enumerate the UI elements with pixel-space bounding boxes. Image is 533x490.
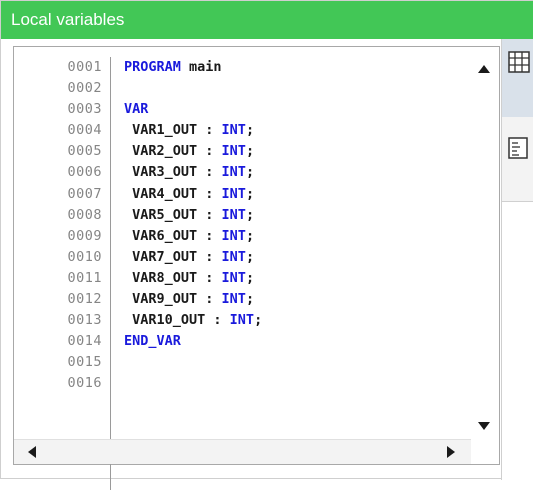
code-text: VAR5_OUT : bbox=[124, 206, 222, 223]
line-number: 0016 bbox=[67, 375, 102, 392]
line-number: 0006 bbox=[67, 164, 102, 181]
window-title: Local variables bbox=[1, 1, 533, 39]
line-number: 0015 bbox=[67, 354, 102, 371]
line-number: 0003 bbox=[67, 101, 102, 118]
code-line[interactable]: VAR4_OUT : INT; bbox=[124, 184, 464, 205]
line-number: 0010 bbox=[67, 248, 102, 265]
vertical-scrollbar[interactable] bbox=[469, 47, 499, 444]
line-number: 0011 bbox=[67, 269, 102, 286]
type-keyword: INT bbox=[221, 122, 246, 139]
line-number: 0014 bbox=[67, 333, 102, 350]
code-text: VAR3_OUT : bbox=[124, 164, 222, 181]
code-punctuation: ; bbox=[245, 143, 255, 160]
code-text: VAR8_OUT : bbox=[124, 269, 222, 286]
code-punctuation: ; bbox=[245, 164, 255, 181]
line-number: 0004 bbox=[67, 122, 102, 139]
code-text: VAR6_OUT : bbox=[124, 227, 222, 244]
code-punctuation: ; bbox=[245, 185, 255, 202]
code-punctuation: ; bbox=[245, 122, 255, 139]
line-number: 0005 bbox=[67, 143, 102, 160]
text-list-icon bbox=[508, 137, 528, 159]
arrow-right-icon[interactable] bbox=[447, 446, 455, 458]
type-keyword: INT bbox=[221, 164, 246, 181]
code-text: VAR7_OUT : bbox=[124, 248, 222, 265]
tab-table-view[interactable] bbox=[502, 39, 533, 118]
code-line[interactable] bbox=[124, 373, 464, 394]
code-line[interactable]: VAR3_OUT : INT; bbox=[124, 162, 464, 183]
type-keyword: INT bbox=[221, 291, 246, 308]
arrow-left-icon[interactable] bbox=[28, 446, 36, 458]
code-line[interactable]: VAR6_OUT : INT; bbox=[124, 226, 464, 247]
code-text: VAR10_OUT : bbox=[124, 312, 230, 329]
code-editor[interactable]: 0001 0002 0003 0004 0005 0006 0007 0008 0009 0010… bbox=[13, 46, 500, 490]
code-line[interactable]: END_VAR bbox=[124, 331, 464, 352]
local-variables-window: Local variables 0001 0002 0003 0004 0005 0006… bbox=[0, 0, 533, 490]
type-keyword: INT bbox=[221, 227, 246, 244]
tab-text-view[interactable] bbox=[502, 117, 533, 202]
code-line[interactable] bbox=[124, 352, 464, 373]
code-line[interactable]: VAR2_OUT : INT; bbox=[124, 141, 464, 162]
code-text: VAR9_OUT : bbox=[124, 291, 222, 308]
code-punctuation: ; bbox=[254, 312, 263, 329]
arrow-up-icon[interactable] bbox=[478, 65, 490, 73]
code-line[interactable]: VAR10_OUT : INT; bbox=[124, 310, 464, 331]
arrow-down-icon[interactable] bbox=[478, 422, 490, 430]
keyword: PROGRAM bbox=[124, 59, 181, 75]
line-number-gutter: 0001 0002 0003 0004 0005 0006 0007 0008 0009 0010… bbox=[14, 57, 111, 490]
line-number: 0012 bbox=[67, 291, 102, 308]
code-line[interactable]: VAR bbox=[124, 99, 464, 120]
code-line[interactable]: VAR5_OUT : INT; bbox=[124, 205, 464, 226]
code-punctuation: ; bbox=[245, 291, 255, 308]
code-text: VAR2_OUT : bbox=[124, 143, 222, 160]
code-line[interactable]: VAR7_OUT : INT; bbox=[124, 247, 464, 268]
horizontal-scrollbar[interactable] bbox=[14, 439, 471, 464]
code-punctuation: ; bbox=[245, 269, 255, 286]
keyword: END_VAR bbox=[124, 333, 181, 350]
code-line[interactable]: PROGRAM main bbox=[124, 57, 464, 78]
line-number: 0002 bbox=[67, 80, 102, 97]
code-area[interactable]: PROGRAM main VAR VAR1_OUT : INT; VAR2_OUT… bbox=[124, 57, 464, 395]
line-number: 0009 bbox=[67, 227, 102, 244]
line-number: 0013 bbox=[67, 312, 102, 329]
code-punctuation: ; bbox=[245, 206, 255, 223]
keyword: VAR bbox=[124, 101, 149, 118]
code-line[interactable]: VAR8_OUT : INT; bbox=[124, 268, 464, 289]
type-keyword: INT bbox=[221, 185, 246, 202]
table-grid-icon bbox=[508, 51, 530, 73]
type-keyword: INT bbox=[221, 206, 246, 223]
type-keyword: INT bbox=[221, 269, 246, 286]
line-number: 0001 bbox=[67, 59, 102, 75]
code-text: VAR1_OUT : bbox=[124, 122, 222, 139]
code-line[interactable] bbox=[124, 78, 464, 99]
code-line[interactable]: VAR9_OUT : INT; bbox=[124, 289, 464, 310]
code-punctuation: ; bbox=[245, 227, 255, 244]
type-keyword: INT bbox=[221, 143, 246, 160]
code-text: main bbox=[180, 59, 222, 75]
type-keyword: INT bbox=[229, 312, 255, 329]
code-line[interactable]: VAR1_OUT : INT; bbox=[124, 120, 464, 141]
line-number: 0008 bbox=[67, 206, 102, 223]
code-punctuation: ; bbox=[245, 248, 255, 265]
right-side-panel bbox=[501, 39, 533, 480]
line-number: 0007 bbox=[67, 185, 102, 202]
code-text: VAR4_OUT : bbox=[124, 185, 222, 202]
type-keyword: INT bbox=[221, 248, 246, 265]
